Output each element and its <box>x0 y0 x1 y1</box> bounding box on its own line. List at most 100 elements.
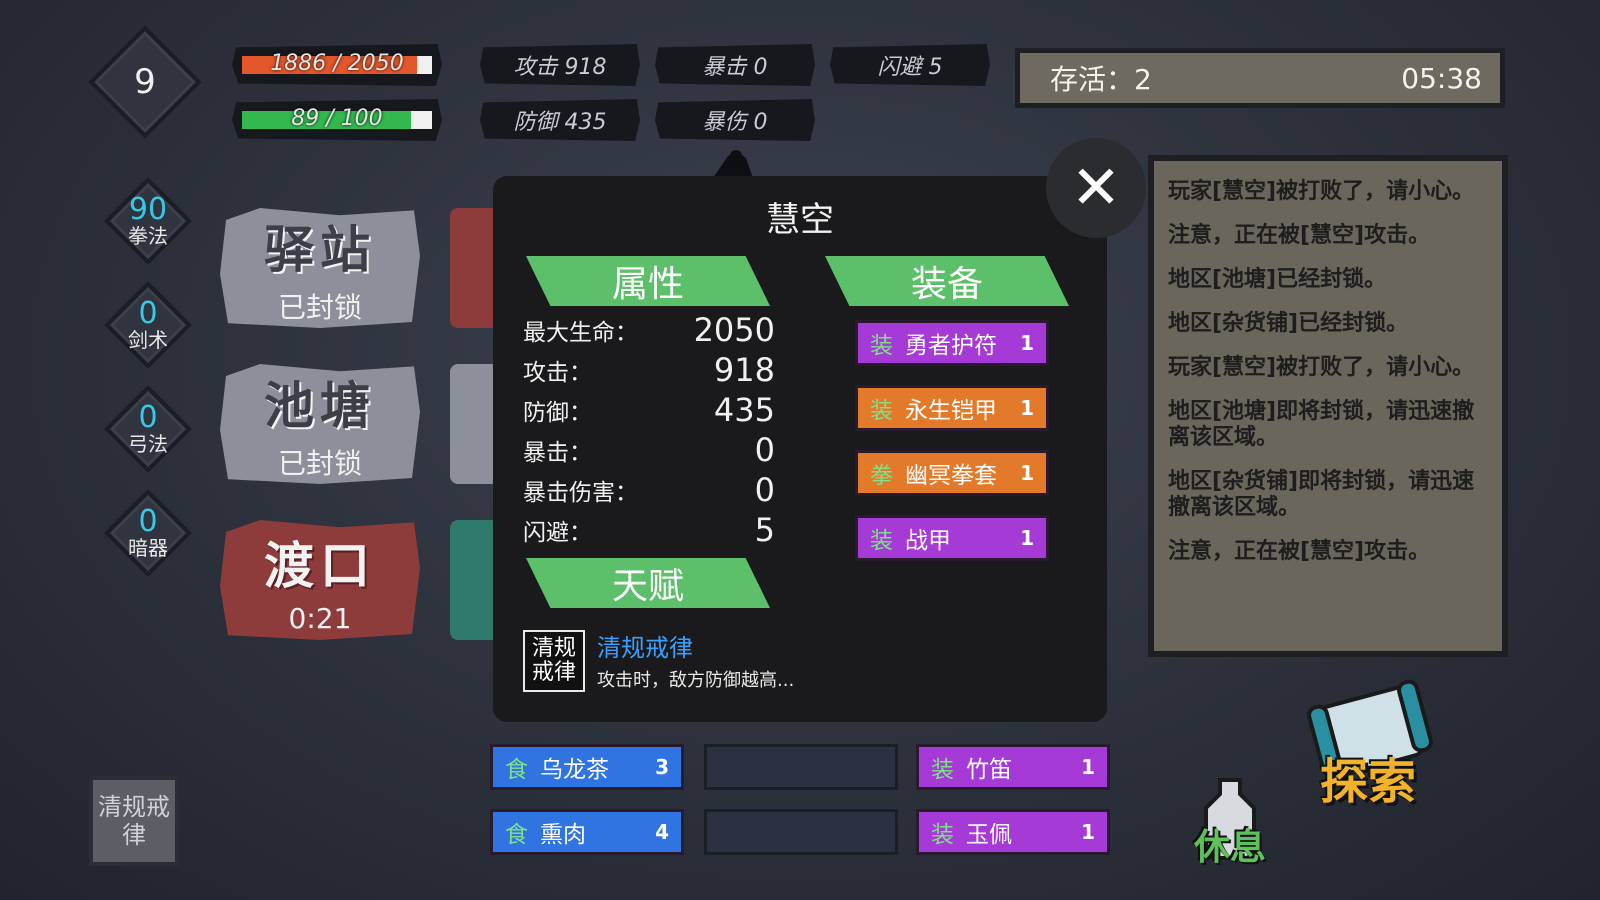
location-card-post-station[interactable]: 驿站 已封锁 <box>220 208 420 328</box>
item-name: 乌龙茶 <box>540 757 609 783</box>
talent-name[interactable]: 清规戒律 <box>597 628 693 663</box>
stat-label: 暴击： <box>523 440 592 466</box>
stat-row-attack: 攻击： 918 <box>523 350 775 390</box>
message-log[interactable]: 玩家[慧空]被打败了，请小心。 注意，正在被[慧空]攻击。 地区[池塘]已经封锁… <box>1148 155 1508 657</box>
skill-bow[interactable]: 0 弓法 <box>104 385 192 473</box>
stat-crit-damage: 暴伤 0 <box>655 99 815 141</box>
stat-attack: 攻击 918 <box>480 44 640 86</box>
item-category: 装 <box>870 333 893 359</box>
equip-slot[interactable]: 装 永生铠甲 1 <box>855 385 1049 431</box>
equip-slot[interactable]: 装 战甲 1 <box>855 515 1049 561</box>
skill-value: 0 <box>138 400 158 435</box>
inventory-slot[interactable]: 食 乌龙茶 3 <box>490 744 684 790</box>
item-qty: 1 <box>1020 461 1034 485</box>
location-countdown: 0:21 <box>288 601 352 635</box>
skill-value: 90 <box>128 192 168 227</box>
item-name: 竹笛 <box>966 757 1012 783</box>
inventory-slot[interactable]: 装 玉佩 1 <box>916 809 1110 855</box>
level-badge: 9 <box>88 25 202 139</box>
stat-value: 0 <box>754 431 775 469</box>
inventory-slot[interactable]: 装 竹笛 1 <box>916 744 1110 790</box>
skill-value: 0 <box>138 296 158 331</box>
item-qty: 1 <box>1081 755 1095 779</box>
rest-button[interactable]: 休息 <box>1180 770 1290 870</box>
location-card-pond[interactable]: 池塘 已封锁 <box>220 364 420 484</box>
skill-sword[interactable]: 0 剑术 <box>104 281 192 369</box>
item-name: 幽冥拳套 <box>905 463 997 489</box>
stat-row-dodge: 闪避： 5 <box>523 510 775 550</box>
talent-icon-text: 清规戒律 <box>531 636 576 685</box>
item-name: 战甲 <box>905 528 951 554</box>
item-category: 装 <box>870 528 893 554</box>
skill-fist[interactable]: 90 拳法 <box>104 177 192 265</box>
item-qty: 1 <box>1020 331 1034 355</box>
inventory-slot-empty[interactable] <box>704 809 898 855</box>
mp-bar: 89 / 100 <box>242 106 432 131</box>
log-entry: 地区[杂货铺]即将封锁，请迅速撤离该区域。 <box>1168 469 1475 520</box>
item-qty: 1 <box>1020 396 1034 420</box>
stat-label: 攻击： <box>523 360 592 386</box>
close-icon: ✕ <box>1070 153 1122 223</box>
explore-label: 探索 <box>1320 754 1417 810</box>
skill-name: 剑术 <box>128 328 168 352</box>
close-button[interactable]: ✕ <box>1046 138 1146 238</box>
location-title: 池塘 <box>264 376 376 435</box>
survive-panel: 存活：2 05:38 <box>1015 48 1505 108</box>
stat-label: 最大生命： <box>523 320 638 346</box>
stat-row-crit-damage: 暴击伤害： 0 <box>523 470 775 510</box>
mp-text: 89 / 100 <box>291 106 383 131</box>
location-title: 渡口 <box>264 535 376 595</box>
item-name: 玉佩 <box>966 822 1012 848</box>
stat-crit: 暴击 0 <box>655 44 815 86</box>
item-name: 熏肉 <box>540 822 586 848</box>
log-entry: 注意，正在被[慧空]攻击。 <box>1168 539 1431 564</box>
stat-row-crit: 暴击： 0 <box>523 430 775 470</box>
location-title: 驿站 <box>264 220 376 279</box>
location-card-ferry[interactable]: 渡口 0:21 <box>220 520 420 640</box>
item-name: 永生铠甲 <box>905 398 997 424</box>
talent-description: 攻击时，敌方防御越高... <box>597 670 795 691</box>
stat-value: 2050 <box>693 311 775 349</box>
talent-chip-text: 清规戒律 <box>98 793 170 849</box>
stat-value: 0 <box>754 471 775 509</box>
equip-slot[interactable]: 装 勇者护符 1 <box>855 320 1049 366</box>
hp-strip: 1886 / 2050 <box>232 44 442 86</box>
skill-hidden-weapon[interactable]: 0 暗器 <box>104 489 192 577</box>
location-status: 已封锁 <box>277 447 362 480</box>
mp-strip: 89 / 100 <box>232 99 442 141</box>
skill-name: 暗器 <box>128 536 168 560</box>
attributes-header: 属性 <box>526 256 770 306</box>
log-entry: 注意，正在被[慧空]攻击。 <box>1168 223 1431 248</box>
log-entry: 地区[池塘]已经封锁。 <box>1168 267 1387 292</box>
item-category: 装 <box>931 822 954 848</box>
inventory-slot-empty[interactable] <box>704 744 898 790</box>
survive-count: 存活：2 <box>1050 63 1152 96</box>
equip-slot[interactable]: 拳 幽冥拳套 1 <box>855 450 1049 496</box>
explore-button[interactable]: 探索 <box>1296 676 1446 816</box>
item-name: 勇者护符 <box>905 333 997 359</box>
stat-row-defense: 防御： 435 <box>523 390 775 430</box>
item-category: 食 <box>505 757 528 783</box>
item-category: 装 <box>931 757 954 783</box>
level-number: 9 <box>134 62 156 102</box>
hp-bar: 1886 / 2050 <box>242 51 432 76</box>
inventory-slot[interactable]: 食 熏肉 4 <box>490 809 684 855</box>
log-entry: 玩家[慧空]被打败了，请小心。 <box>1168 179 1475 204</box>
log-entry: 玩家[慧空]被打败了，请小心。 <box>1168 355 1475 380</box>
stat-defense: 防御 435 <box>480 99 640 141</box>
item-category: 食 <box>505 822 528 848</box>
stat-label: 闪避： <box>523 520 592 546</box>
talent-icon[interactable]: 清规戒律 <box>523 630 585 692</box>
talent-chip-button[interactable]: 清规戒律 <box>89 776 179 866</box>
stat-row-max-hp: 最大生命： 2050 <box>523 310 775 350</box>
log-entry: 地区[杂货铺]已经封锁。 <box>1168 311 1409 336</box>
location-status: 已封锁 <box>277 291 362 324</box>
item-category: 装 <box>870 398 893 424</box>
stat-value: 5 <box>754 511 775 549</box>
stat-label: 防御： <box>523 400 592 426</box>
talent-header: 天赋 <box>526 558 770 608</box>
stat-label: 暴击伤害： <box>523 480 638 506</box>
item-qty: 4 <box>655 820 669 844</box>
skill-name: 拳法 <box>128 224 168 248</box>
stat-value: 918 <box>713 351 775 389</box>
